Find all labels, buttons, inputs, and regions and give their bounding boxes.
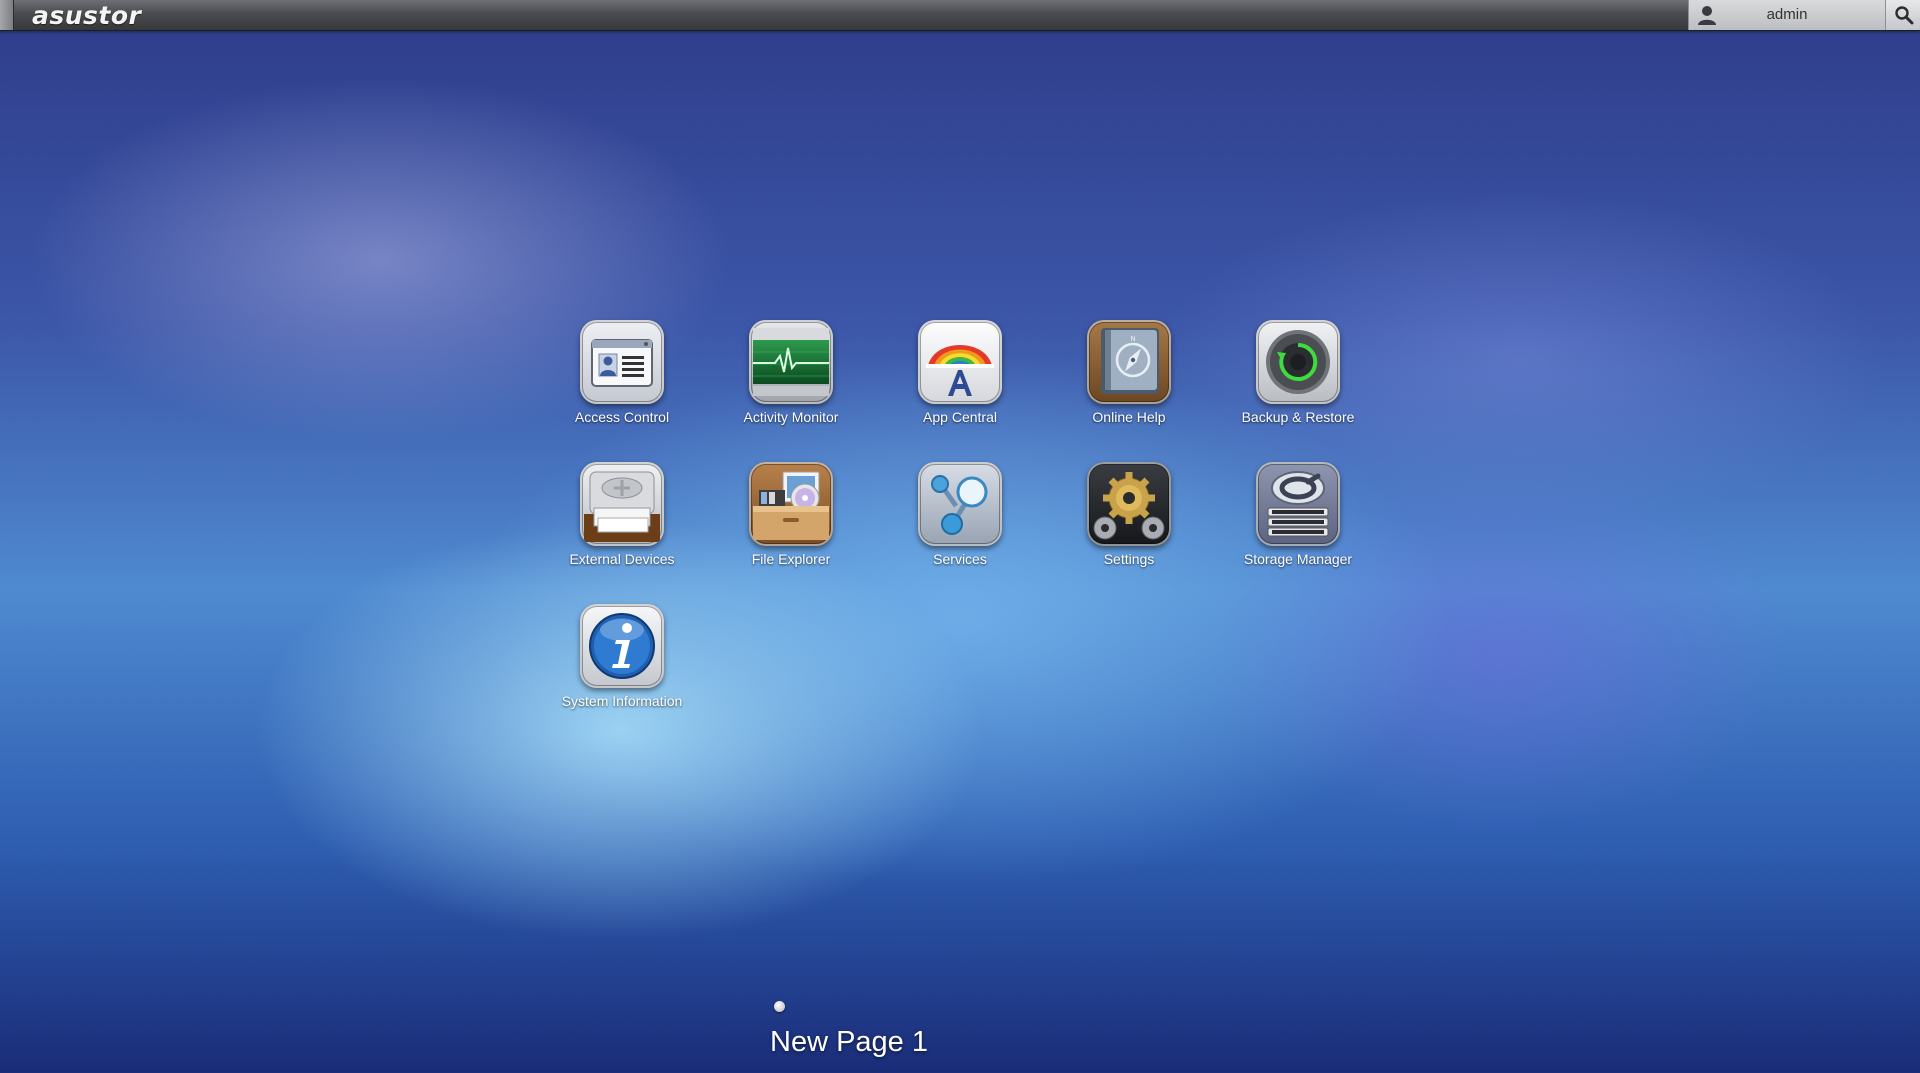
app-label: Access Control — [574, 409, 670, 425]
activity-monitor-icon — [753, 328, 829, 396]
search-button[interactable] — [1885, 0, 1920, 30]
svg-text:N: N — [1130, 335, 1135, 343]
app-storage-manager[interactable]: Storage Manager — [1213, 462, 1383, 567]
system-information-icon — [589, 613, 655, 679]
app-label: Online Help — [1092, 409, 1166, 425]
backup-restore-icon — [1266, 330, 1330, 394]
page-name-label[interactable]: New Page 1 — [770, 1026, 928, 1059]
app-label: Backup & Restore — [1241, 409, 1355, 425]
app-access-control[interactable]: Access Control — [537, 320, 707, 425]
app-label: Activity Monitor — [743, 409, 839, 425]
app-activity-monitor[interactable]: Activity Monitor — [706, 320, 876, 425]
app-label: Storage Manager — [1243, 551, 1353, 567]
app-label: File Explorer — [751, 551, 831, 567]
asustor-logo: asustor — [32, 1, 142, 30]
app-services[interactable]: Services — [875, 462, 1045, 567]
app-label: App Central — [923, 409, 997, 425]
app-online-help[interactable]: N Online Help — [1044, 320, 1214, 425]
app-label: System Information — [561, 693, 683, 709]
page-indicator-dot[interactable] — [774, 1001, 785, 1012]
top-taskbar: asustor admin — [0, 0, 1920, 31]
app-central-icon — [926, 345, 994, 396]
show-desktop-tab[interactable] — [0, 0, 14, 30]
app-file-explorer[interactable]: File Explorer — [706, 462, 876, 567]
app-app-central[interactable]: App Central — [875, 320, 1045, 425]
app-label: External Devices — [569, 551, 675, 567]
app-system-information[interactable]: System Information — [537, 604, 707, 709]
app-backup-restore[interactable]: Backup & Restore — [1213, 320, 1383, 425]
settings-icon — [1093, 472, 1165, 540]
storage-manager-icon — [1267, 471, 1329, 537]
app-label: Services — [933, 551, 987, 567]
search-icon — [1895, 6, 1914, 25]
services-icon — [931, 475, 988, 535]
external-devices-icon — [584, 471, 660, 542]
online-help-icon: N — [1101, 328, 1159, 394]
app-settings[interactable]: Settings — [1044, 462, 1214, 567]
access-control-icon — [591, 339, 653, 387]
file-explorer-icon — [753, 471, 829, 540]
app-label: Settings — [1103, 551, 1155, 567]
username-label: admin — [1766, 6, 1808, 23]
app-external-devices[interactable]: External Devices — [537, 462, 707, 567]
user-menu[interactable]: admin — [1688, 0, 1885, 30]
